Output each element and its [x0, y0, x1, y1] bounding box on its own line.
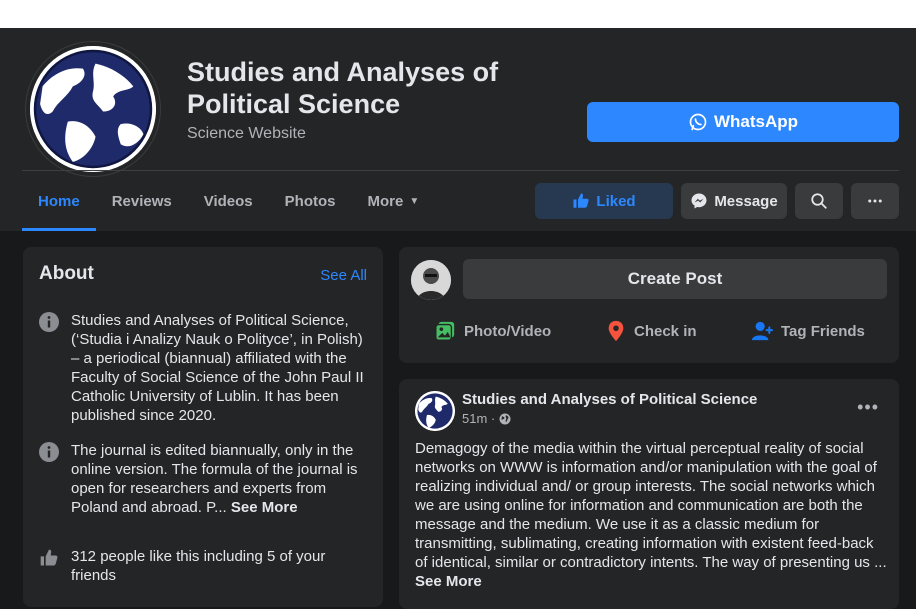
check-in-button[interactable]: Check in [606, 319, 697, 343]
about-card: About See All Studies and Analyses of Po… [23, 247, 383, 607]
see-all-link[interactable]: See All [320, 267, 367, 284]
liked-button[interactable]: Liked [535, 183, 673, 219]
tab-reviews-label: Reviews [111, 192, 172, 210]
create-post-input[interactable]: Create Post [463, 259, 887, 299]
page-title: Studies and Analyses of Political Scienc… [187, 57, 499, 119]
post-options-icon[interactable]: ••• [857, 397, 879, 418]
liked-label: Liked [596, 192, 636, 210]
globe-logo-icon [30, 46, 156, 172]
post-body: Demagogy of the media within the virtual… [415, 439, 887, 591]
globe-public-icon [499, 413, 511, 424]
about-see-more-link[interactable]: See More [231, 499, 298, 516]
thumbs-up-icon [573, 193, 590, 208]
about-likes-text: 312 people like this including 5 of your… [71, 548, 326, 584]
tab-photos[interactable]: Photos [269, 171, 352, 231]
more-dots-icon [868, 199, 882, 203]
about-title: About [39, 263, 94, 284]
tab-home-label: Home [38, 192, 80, 210]
browser-top-strip [0, 0, 916, 28]
user-photo-icon [411, 260, 451, 300]
tab-home[interactable]: Home [22, 171, 96, 231]
tab-photos-label: Photos [284, 192, 336, 210]
tab-videos[interactable]: Videos [188, 171, 269, 231]
page-category: Science Website [187, 125, 306, 142]
post-timestamp[interactable]: 51m · [462, 411, 495, 426]
about-description: Studies and Analyses of Political Scienc… [39, 311, 369, 425]
tab-more-label: More [367, 192, 404, 210]
photo-video-button[interactable]: Photo/Video [434, 319, 551, 343]
about-likes: 312 people like this including 5 of your… [39, 547, 369, 585]
tab-more[interactable]: More ▼ [352, 171, 436, 231]
user-avatar[interactable] [411, 260, 451, 300]
tab-reviews[interactable]: Reviews [96, 171, 188, 231]
whatsapp-icon [689, 113, 707, 131]
globe-logo-icon [415, 391, 455, 431]
page-nav-tabs: Home Reviews Videos Photos More ▼ [22, 171, 435, 231]
tag-friends-button[interactable]: Tag Friends [751, 319, 865, 343]
post-see-more-link[interactable]: See More [415, 573, 482, 590]
about-note: The journal is edited biannually, only i… [39, 441, 369, 517]
whatsapp-button[interactable]: WhatsApp [587, 102, 899, 142]
create-post-card: Create Post Photo/Video Check in Tag Fri… [399, 247, 899, 363]
caret-down-icon: ▼ [409, 195, 420, 207]
check-in-label: Check in [634, 322, 697, 340]
info-icon [39, 312, 59, 332]
tag-friends-icon [751, 321, 773, 341]
post-meta: 51m · [462, 411, 511, 426]
about-note-body: The journal is edited biannually, only i… [71, 442, 358, 516]
more-options-button[interactable] [851, 183, 899, 219]
search-button[interactable] [795, 183, 843, 219]
tag-friends-label: Tag Friends [781, 322, 865, 340]
page-avatar[interactable] [26, 42, 160, 176]
post-body-text: Demagogy of the media within the virtual… [415, 440, 887, 571]
info-icon [39, 442, 59, 462]
photo-video-label: Photo/Video [464, 322, 552, 340]
message-button[interactable]: Message [681, 183, 787, 219]
search-icon [811, 193, 827, 209]
page-actions: Liked Message [535, 183, 899, 219]
page-header: Studies and Analyses of Political Scienc… [0, 28, 916, 231]
about-description-text: Studies and Analyses of Political Scienc… [71, 312, 364, 424]
whatsapp-label: WhatsApp [713, 112, 799, 131]
message-label: Message [714, 192, 778, 210]
feed-post: Studies and Analyses of Political Scienc… [399, 379, 899, 609]
thumbs-up-icon [40, 549, 58, 566]
about-note-text: The journal is edited biannually, only i… [71, 441, 369, 517]
tab-videos-label: Videos [203, 192, 253, 210]
post-author-name[interactable]: Studies and Analyses of Political Scienc… [462, 391, 757, 408]
post-author-avatar[interactable] [415, 391, 455, 431]
photo-video-icon [435, 321, 455, 341]
location-pin-icon [608, 320, 624, 342]
messenger-icon [691, 193, 707, 209]
